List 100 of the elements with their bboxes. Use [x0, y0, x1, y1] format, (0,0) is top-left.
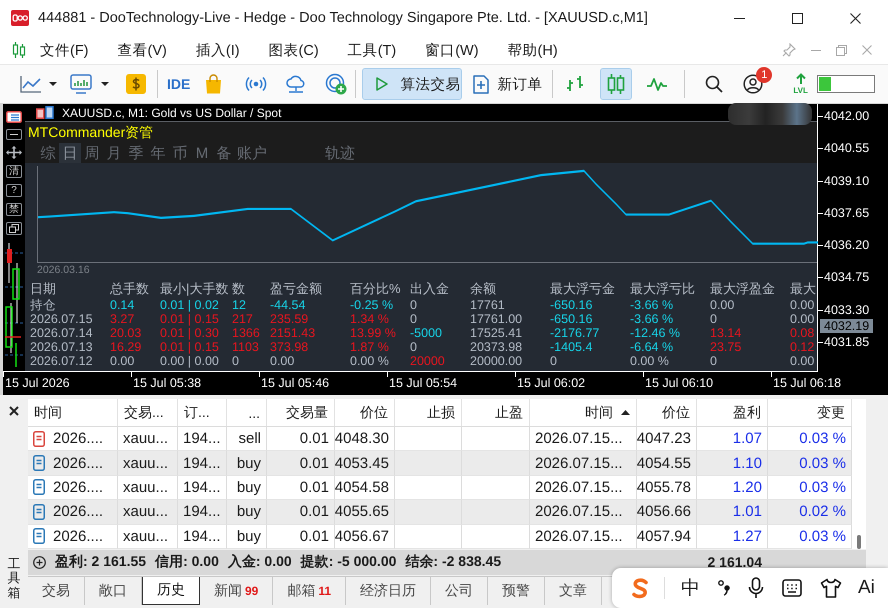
- column-header: 最大浮盈金: [710, 280, 776, 298]
- dollar-icon[interactable]: [126, 74, 146, 94]
- toolbox-label[interactable]: 工具箱: [8, 557, 20, 600]
- input-mode-button[interactable]: 中: [681, 575, 700, 601]
- target-plus-icon[interactable]: [325, 73, 348, 95]
- menu-item[interactable]: 窗口(W): [425, 40, 479, 60]
- column-header[interactable]: 时间: [585, 404, 613, 422]
- column-header: 总手数: [110, 280, 150, 298]
- unread-count: 99: [245, 584, 258, 598]
- column-header[interactable]: 价位: [335, 399, 395, 426]
- keyboard-icon[interactable]: [782, 579, 802, 597]
- table-cell-text: 1.34 %: [350, 312, 390, 326]
- arrow-up-icon: [794, 73, 807, 85]
- chart-type-button[interactable]: [600, 68, 632, 100]
- panel-tab[interactable]: 公司: [431, 576, 488, 605]
- table-cell-text: 17761.00: [470, 312, 524, 326]
- close-icon[interactable]: [9, 406, 19, 416]
- panel-side-button[interactable]: 清: [6, 165, 22, 178]
- candlestick-icon: [607, 73, 626, 95]
- input-mode-button[interactable]: Ai: [858, 577, 875, 599]
- maximize-icon[interactable]: [792, 12, 803, 24]
- algo-trading-button[interactable]: 算法交易: [362, 68, 462, 100]
- column-header[interactable]: 交易...: [118, 399, 178, 426]
- column-header[interactable]: 价位: [637, 399, 697, 426]
- move-icon[interactable]: [6, 146, 22, 159]
- column-header[interactable]: 止损: [395, 399, 462, 426]
- menu-item[interactable]: 查看(V): [118, 40, 167, 60]
- shirt-icon[interactable]: [820, 578, 842, 598]
- column-header[interactable]: ...: [227, 399, 267, 426]
- table-cell: 0.03 %: [768, 451, 852, 476]
- scrollbar-thumb[interactable]: [857, 535, 861, 549]
- column-header: 百分比%: [350, 280, 402, 298]
- chart-symbol-title: XAUUSD.c, M1: Gold vs US Dollar / Spot: [62, 106, 282, 120]
- table-cell-text: 20373.98: [470, 340, 524, 354]
- time-axis-label: 15 Jul 06:10: [643, 372, 771, 391]
- panel-tab[interactable]: 新闻 99: [200, 576, 274, 605]
- panel-side-button[interactable]: 禁: [6, 203, 22, 216]
- cloud-icon[interactable]: [285, 75, 308, 93]
- panel-tab[interactable]: 预警: [488, 576, 546, 605]
- menu-item[interactable]: 图表(C): [268, 40, 319, 60]
- period-tab[interactable]: 日: [59, 143, 81, 163]
- panel-tab[interactable]: 文章: [545, 576, 602, 605]
- column-header[interactable]: 订...: [178, 399, 227, 426]
- input-method-logo-icon[interactable]: [630, 577, 650, 599]
- table-cell: buy: [227, 524, 267, 549]
- line-chart-icon[interactable]: [20, 75, 42, 93]
- panel-tab[interactable]: 邮箱 11: [273, 576, 346, 605]
- expand-icon[interactable]: [33, 556, 46, 569]
- table-cell-text: 0.01 | 0.30: [160, 326, 220, 340]
- app-logo-icon: [11, 10, 29, 26]
- menu-item[interactable]: 插入(I): [196, 40, 240, 60]
- account-icon[interactable]: [743, 74, 764, 94]
- table-cell-text: -6.64 %: [630, 340, 674, 354]
- search-icon[interactable]: [705, 75, 724, 93]
- caret-down-icon[interactable]: [101, 82, 109, 86]
- table-cell-text: 0.00 %: [630, 354, 670, 368]
- column-header[interactable]: 盈利: [697, 399, 768, 426]
- column-header[interactable]: 时间: [28, 399, 118, 426]
- caret-down-icon[interactable]: [49, 82, 57, 86]
- restore-button[interactable]: [6, 222, 22, 235]
- table-cell-text: 17525.41: [470, 326, 524, 340]
- table-cell: 2026....: [53, 528, 104, 545]
- shopping-bag-icon[interactable]: [205, 74, 222, 94]
- column-header[interactable]: 变更: [768, 399, 852, 426]
- punctuation-icon[interactable]: [718, 580, 730, 596]
- collapse-button[interactable]: [6, 129, 22, 140]
- price-axis-label: 4031.85: [818, 335, 870, 350]
- close-icon[interactable]: [850, 12, 861, 24]
- price-axis-label: 4042.00: [818, 109, 870, 123]
- table-cell-text: 0.00: [790, 312, 816, 326]
- table-cell: 0.01: [267, 524, 335, 549]
- table-cell-text: 0.00: [710, 298, 736, 312]
- table-cell-text: 23.75: [710, 340, 742, 354]
- table-cell-text: -2176.77: [550, 326, 600, 340]
- table-cell: 0.01: [267, 500, 335, 525]
- table-cell: 0.03 %: [768, 524, 852, 549]
- column-header[interactable]: 止盈: [462, 399, 530, 426]
- column-header[interactable]: 交易量: [267, 399, 335, 426]
- menu-item[interactable]: 工具(T): [348, 40, 396, 60]
- play-icon: [376, 77, 388, 91]
- table-cell-text: 235.59: [270, 312, 310, 326]
- table-cell: 2026....: [53, 430, 104, 448]
- new-order-button[interactable]: 新订单: [467, 68, 548, 100]
- axis-date-label: 2026.03.16: [37, 264, 90, 276]
- panel-tab[interactable]: 经济日历: [346, 576, 432, 605]
- time-axis-label: 15 Jul 06:18: [771, 372, 842, 391]
- microphone-icon[interactable]: [748, 577, 764, 599]
- panel-title: MTCommander资管: [28, 124, 154, 142]
- panel-tab[interactable]: 交易: [28, 576, 85, 605]
- table-cell-text: 0.12: [790, 340, 816, 354]
- signal-icon[interactable]: [245, 76, 268, 92]
- candlestick-icon: [12, 41, 26, 59]
- monitor-chart-icon[interactable]: [70, 74, 92, 94]
- table-cell-text: 0: [710, 354, 718, 368]
- ide-button[interactable]: IDE: [167, 76, 190, 92]
- panel-side-button[interactable]: ?: [6, 184, 22, 197]
- panel-tab[interactable]: 历史: [142, 576, 200, 605]
- menu-item[interactable]: 帮助(H): [508, 40, 558, 60]
- list-icon[interactable]: [6, 111, 22, 123]
- menu-item[interactable]: 文件(F): [40, 40, 89, 60]
